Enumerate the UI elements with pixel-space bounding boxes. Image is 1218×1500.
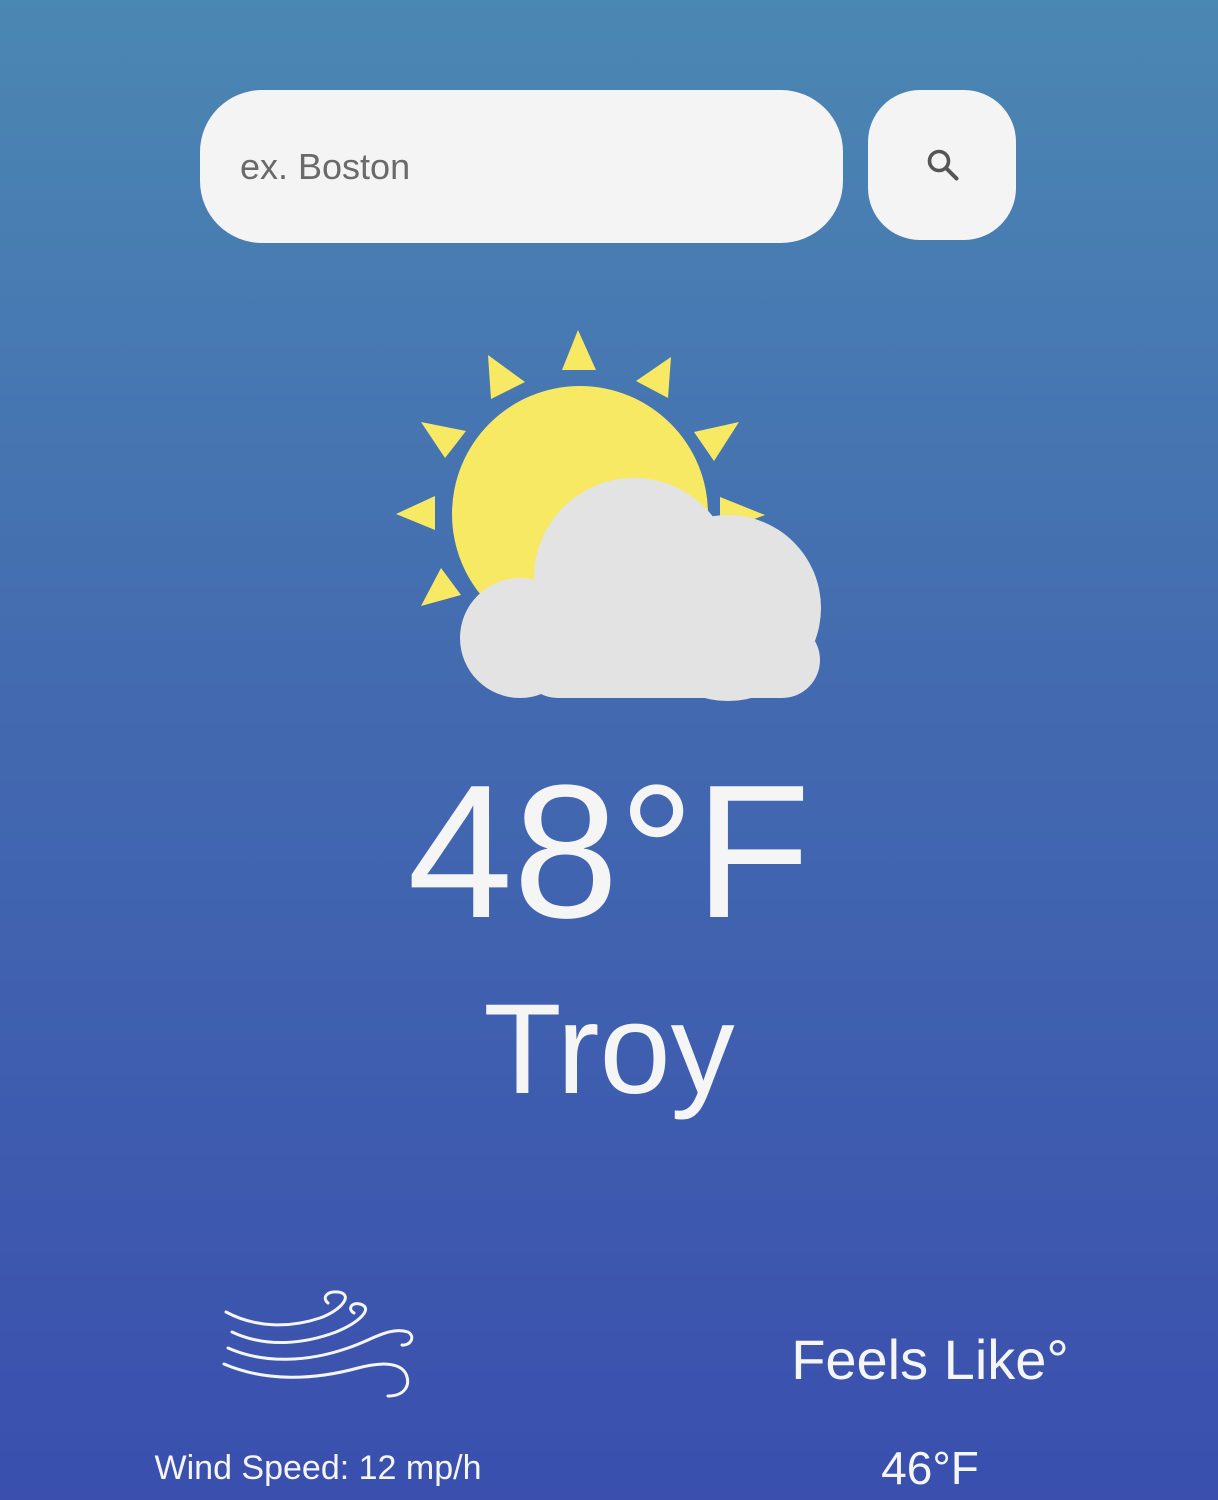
search-icon: [927, 149, 959, 181]
partly-cloudy-icon: [396, 330, 821, 701]
city-name: Troy: [483, 978, 735, 1121]
search-input[interactable]: [200, 90, 843, 243]
wind-icon: [222, 1290, 414, 1398]
feels-like-value: 46°F: [881, 1442, 979, 1494]
temperature-value: 48°F: [407, 746, 811, 958]
search-button[interactable]: [868, 90, 1016, 240]
wind-speed-label: Wind Speed: 12 mp/h: [154, 1449, 482, 1487]
feels-like-label: Feels Like°: [791, 1328, 1069, 1391]
weather-app: 48°F Troy Wind Speed: 12 mp/h Feels Like…: [0, 0, 1218, 1500]
